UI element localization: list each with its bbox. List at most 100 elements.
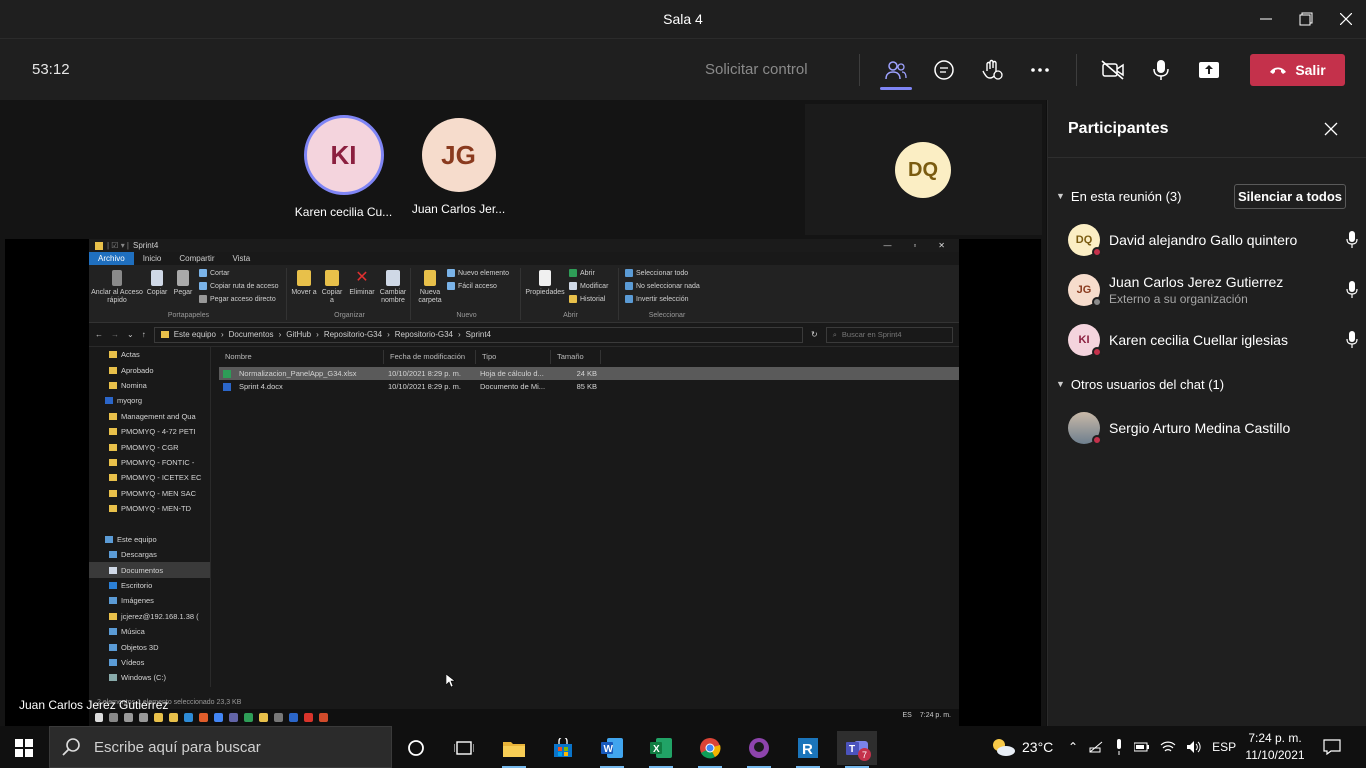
chrome-icon[interactable] <box>690 731 730 768</box>
teams-icon[interactable]: T 7 <box>837 731 877 768</box>
menu-inicio[interactable]: Inicio <box>133 252 171 266</box>
chat-user-row[interactable]: Sergio Arturo Medina Castillo <box>1068 408 1358 448</box>
participant-row[interactable]: JG Juan Carlos Jerez Gutierrez Externo a… <box>1068 270 1358 310</box>
chat-icon[interactable] <box>928 55 960 85</box>
column-date[interactable]: Fecha de modificación <box>384 350 476 364</box>
menu-vista[interactable]: Vista <box>224 252 260 265</box>
menu-archivo[interactable]: Archivo <box>89 252 134 265</box>
file-explorer-icon[interactable] <box>494 731 534 768</box>
tree-item[interactable]: Actas <box>89 347 210 362</box>
breadcrumb-item[interactable]: Sprint4 <box>466 330 491 339</box>
rename-button[interactable]: Cambiar nombre <box>377 270 409 305</box>
copy-path-button[interactable]: Copiar ruta de acceso <box>199 282 278 290</box>
breadcrumb-item[interactable]: Documentos <box>229 330 274 339</box>
tree-item[interactable]: Documentos <box>89 562 210 578</box>
participant-row[interactable]: DQ David alejandro Gallo quintero <box>1068 220 1358 260</box>
breadcrumb-item[interactable]: GitHub <box>286 330 311 339</box>
forward-icon[interactable]: → <box>111 330 119 339</box>
github-desktop-icon[interactable] <box>739 731 779 768</box>
participants-icon[interactable] <box>880 55 912 85</box>
camera-off-icon[interactable] <box>1097 55 1129 85</box>
participant-tile-karen[interactable]: KI Karen cecilia Cu... <box>286 115 401 219</box>
tree-item[interactable]: Imágenes <box>89 593 210 608</box>
tree-item[interactable]: Este equipo <box>89 532 210 547</box>
refresh-icon[interactable]: ↻ <box>811 330 818 339</box>
share-screen-icon[interactable] <box>1193 55 1225 85</box>
edit-button[interactable]: Modificar <box>569 282 608 290</box>
pin-quick-access-button[interactable]: Anclar al Acceso rápido <box>91 270 143 305</box>
maximize-icon[interactable] <box>1286 0 1326 38</box>
other-chat-users-section[interactable]: ▼ Otros usuarios del chat (1) <box>1048 369 1366 399</box>
file-row[interactable]: Normalizacion_PanelApp_G34.xlsx 10/10/20… <box>219 367 959 380</box>
minimize-icon[interactable] <box>1246 0 1286 38</box>
properties-button[interactable]: Propiedades <box>525 270 565 297</box>
move-to-button[interactable]: Mover a <box>291 270 317 297</box>
reactions-icon[interactable] <box>976 55 1008 85</box>
new-item-button[interactable]: Nuevo elemento <box>447 269 509 277</box>
participant-tile-david[interactable]: DQ <box>805 104 1042 235</box>
tree-item[interactable]: Escritorio <box>89 578 210 593</box>
column-size[interactable]: Tamaño <box>551 350 601 364</box>
breadcrumb-item[interactable]: Repositorio-G34 <box>324 330 382 339</box>
history-button[interactable]: Historial <box>569 295 605 303</box>
address-bar[interactable]: Este equipo › Documentos › GitHub › Reposit… <box>153 326 803 343</box>
participant-row[interactable]: KI Karen cecilia Cuellar iglesias <box>1068 320 1358 360</box>
battery-icon[interactable] <box>1134 742 1150 752</box>
start-button[interactable] <box>4 731 44 765</box>
notifications-icon[interactable] <box>1323 726 1341 768</box>
tree-item[interactable]: Management and Qua <box>89 409 210 424</box>
breadcrumb-item[interactable]: Repositorio-G34 <box>395 330 453 339</box>
column-type[interactable]: Tipo <box>476 350 551 364</box>
tree-item[interactable]: Nomina <box>89 378 210 393</box>
tree-item[interactable]: PMOMYQ - 4-72 PETI <box>89 424 210 439</box>
invert-selection-button[interactable]: Invertir selección <box>625 295 689 303</box>
taskbar-clock[interactable]: 7:24 p. m. 11/10/2021 <box>1245 730 1305 764</box>
maximize-icon[interactable]: ▫ <box>913 241 916 250</box>
input-language[interactable]: ESP <box>1212 740 1236 754</box>
tree-item[interactable]: PMOMYQ - FONTIC - <box>89 455 210 470</box>
tree-item[interactable]: Música <box>89 624 210 639</box>
taskbar-search-input[interactable]: Escribe aquí para buscar <box>49 726 392 768</box>
tree-item[interactable]: Objetos 3D <box>89 639 210 654</box>
copy-button[interactable]: Copiar <box>145 270 169 297</box>
up-icon[interactable]: ↑ <box>142 330 146 339</box>
minimize-icon[interactable]: — <box>883 241 891 250</box>
tree-item[interactable]: PMOMYQ - MEN-TD <box>89 501 210 516</box>
close-icon[interactable] <box>1324 122 1338 141</box>
network-off-icon[interactable] <box>1088 740 1104 754</box>
tree-item[interactable]: PMOMYQ - MEN SAC <box>89 486 210 501</box>
word-icon[interactable]: W <box>592 731 632 768</box>
recent-icon[interactable]: ⌄ <box>127 330 134 339</box>
easy-access-button[interactable]: Fácil acceso <box>447 282 497 290</box>
mute-all-button[interactable]: Silenciar a todos <box>1234 184 1346 209</box>
revit-icon[interactable]: R <box>788 731 828 768</box>
tree-item[interactable]: Aprobado <box>89 362 210 377</box>
weather-widget[interactable]: 23°C <box>990 726 1053 768</box>
tree-item[interactable]: myqorg <box>89 393 210 408</box>
open-button[interactable]: Abrir <box>569 269 595 277</box>
tree-item[interactable]: jcjerez@192.168.1.38 ( <box>89 609 210 624</box>
close-window-icon[interactable] <box>1326 0 1366 38</box>
tree-item[interactable]: PMOMYQ - CGR <box>89 439 210 454</box>
breadcrumb-item[interactable]: Este equipo <box>174 330 216 339</box>
delete-button[interactable]: ✕ Eliminar <box>347 270 377 297</box>
microphone-icon[interactable] <box>1145 55 1177 85</box>
microphone-icon[interactable] <box>1114 739 1124 755</box>
speaker-icon[interactable] <box>1186 740 1202 754</box>
paste-shortcut-button[interactable]: Pegar acceso directo <box>199 295 276 303</box>
select-all-button[interactable]: Seleccionar todo <box>625 269 688 277</box>
store-icon[interactable] <box>543 731 583 765</box>
tree-item[interactable]: PMOMYQ - ICETEX EC <box>89 470 210 485</box>
file-row[interactable]: Sprint 4.docx 10/10/2021 8:29 p. m. Docu… <box>219 380 959 393</box>
request-control-button[interactable]: Solicitar control <box>705 61 808 78</box>
menu-compartir[interactable]: Compartir <box>170 252 223 265</box>
tree-item[interactable]: Vídeos <box>89 655 210 670</box>
back-icon[interactable]: ← <box>95 330 103 339</box>
more-options-icon[interactable] <box>1024 55 1056 85</box>
close-icon[interactable]: ✕ <box>938 241 945 250</box>
wifi-icon[interactable] <box>1160 740 1176 754</box>
participant-tile-juan[interactable]: JG Juan Carlos Jer... <box>401 118 516 216</box>
cut-button[interactable]: Cortar <box>199 269 229 277</box>
tree-item[interactable]: Windows (C:) <box>89 670 210 685</box>
select-none-button[interactable]: No seleccionar nada <box>625 282 700 290</box>
